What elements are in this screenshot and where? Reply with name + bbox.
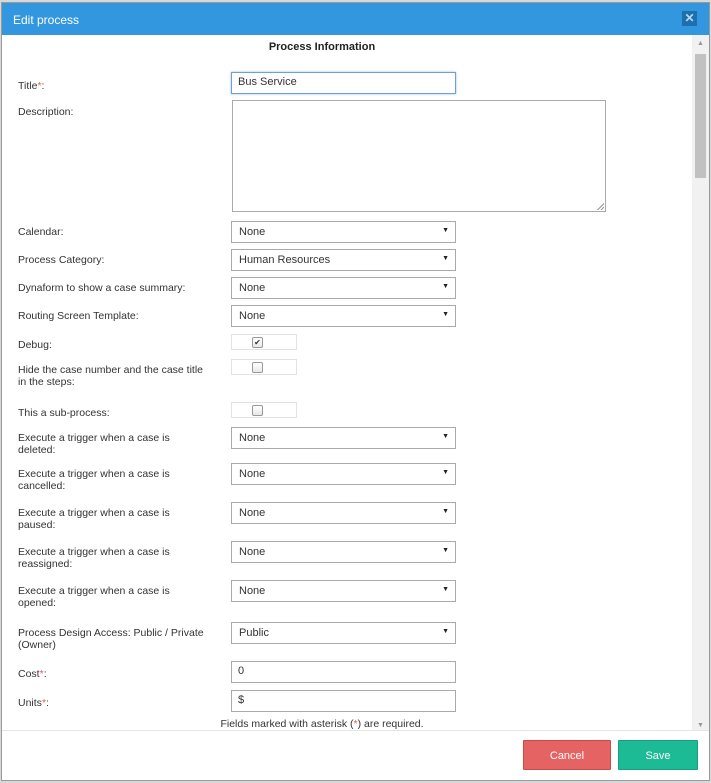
routing-template-label: Routing Screen Template: bbox=[18, 310, 139, 322]
dialog-content: Process Information Title*: Bus Service … bbox=[2, 35, 693, 733]
sub-process-checkbox-wrap bbox=[231, 402, 297, 418]
required-fields-note: Fields marked with asterisk (*) are requ… bbox=[2, 718, 642, 730]
design-access-label: Process Design Access: Public / Private … bbox=[18, 627, 204, 651]
routing-template-value: None bbox=[239, 310, 266, 322]
title-label: Title*: bbox=[18, 80, 218, 92]
trigger-deleted-select[interactable]: None ▼ bbox=[231, 427, 456, 449]
cancel-button[interactable]: Cancel bbox=[523, 740, 611, 770]
hide-case-number-checkbox-wrap bbox=[231, 359, 297, 375]
sub-process-checkbox[interactable] bbox=[252, 405, 263, 416]
dynaform-summary-label: Dynaform to show a case summary: bbox=[18, 282, 186, 294]
calendar-select[interactable]: None ▼ bbox=[231, 221, 456, 243]
label-suffix: : bbox=[46, 697, 49, 709]
trigger-cancelled-value: None bbox=[239, 468, 266, 480]
dialog-titlebar: Edit process ✕ bbox=[2, 3, 709, 35]
chevron-down-icon: ▼ bbox=[442, 628, 449, 635]
note-text: ) are required. bbox=[357, 718, 424, 730]
hide-case-number-label: Hide the case number and the case title … bbox=[18, 364, 204, 388]
chevron-down-icon: ▼ bbox=[442, 311, 449, 318]
units-label: Units*: bbox=[18, 697, 218, 709]
note-text: Fields marked with asterisk ( bbox=[220, 718, 354, 730]
chevron-down-icon: ▼ bbox=[442, 227, 449, 234]
label-suffix: : bbox=[41, 80, 45, 92]
description-textarea[interactable] bbox=[232, 100, 606, 212]
trigger-paused-label: Execute a trigger when a case is paused: bbox=[18, 507, 170, 531]
cost-input[interactable]: 0 bbox=[231, 661, 456, 683]
chevron-down-icon: ▼ bbox=[442, 547, 449, 554]
close-icon[interactable]: ✕ bbox=[682, 11, 697, 26]
description-label: Description: bbox=[18, 106, 74, 118]
cost-label-text: Cost bbox=[18, 668, 40, 680]
scroll-up-icon[interactable]: ▲ bbox=[692, 37, 709, 51]
debug-label: Debug: bbox=[18, 339, 52, 351]
trigger-cancelled-select[interactable]: None ▼ bbox=[231, 463, 456, 485]
trigger-reassigned-label: Execute a trigger when a case is reassig… bbox=[18, 546, 170, 570]
chevron-down-icon: ▼ bbox=[442, 586, 449, 593]
debug-checkbox[interactable]: ✔ bbox=[252, 337, 263, 348]
trigger-paused-select[interactable]: None ▼ bbox=[231, 502, 456, 524]
chevron-down-icon: ▼ bbox=[442, 508, 449, 515]
design-access-select[interactable]: Public ▼ bbox=[231, 622, 456, 644]
process-category-value: Human Resources bbox=[239, 254, 331, 266]
resize-handle[interactable] bbox=[597, 203, 604, 210]
process-category-label: Process Category: bbox=[18, 254, 105, 266]
trigger-opened-value: None bbox=[239, 585, 266, 597]
scrollbar-thumb[interactable] bbox=[695, 54, 706, 178]
chevron-down-icon: ▼ bbox=[442, 469, 449, 476]
trigger-opened-select[interactable]: None ▼ bbox=[231, 580, 456, 602]
vertical-scrollbar[interactable]: ▲ ▼ bbox=[692, 35, 709, 733]
dialog-footer: Cancel Save bbox=[2, 730, 709, 780]
trigger-reassigned-value: None bbox=[239, 546, 266, 558]
calendar-label: Calendar: bbox=[18, 226, 64, 238]
chevron-down-icon: ▼ bbox=[442, 433, 449, 440]
title-label-text: Title bbox=[18, 80, 38, 92]
chevron-down-icon: ▼ bbox=[442, 255, 449, 262]
hide-case-number-checkbox[interactable] bbox=[252, 362, 263, 373]
trigger-reassigned-select[interactable]: None ▼ bbox=[231, 541, 456, 563]
trigger-deleted-value: None bbox=[239, 432, 266, 444]
title-input[interactable]: Bus Service bbox=[231, 72, 456, 94]
chevron-down-icon: ▼ bbox=[442, 283, 449, 290]
sub-process-label: This a sub-process: bbox=[18, 407, 110, 419]
trigger-cancelled-label: Execute a trigger when a case is cancell… bbox=[18, 468, 170, 492]
edit-process-dialog: Edit process ✕ Process Information Title… bbox=[1, 2, 710, 781]
calendar-value: None bbox=[239, 226, 266, 238]
trigger-opened-label: Execute a trigger when a case is opened: bbox=[18, 585, 170, 609]
trigger-paused-value: None bbox=[239, 507, 266, 519]
debug-checkbox-wrap: ✔ bbox=[231, 334, 297, 350]
cost-label: Cost*: bbox=[18, 668, 218, 680]
dialog-title: Edit process bbox=[13, 13, 80, 27]
routing-template-select[interactable]: None ▼ bbox=[231, 305, 456, 327]
design-access-value: Public bbox=[239, 627, 269, 639]
trigger-deleted-label: Execute a trigger when a case is deleted… bbox=[18, 432, 170, 456]
units-label-text: Units bbox=[18, 697, 42, 709]
dynaform-summary-value: None bbox=[239, 282, 266, 294]
units-input[interactable]: $ bbox=[231, 690, 456, 712]
label-suffix: : bbox=[43, 668, 47, 680]
process-category-select[interactable]: Human Resources ▼ bbox=[231, 249, 456, 271]
dynaform-summary-select[interactable]: None ▼ bbox=[231, 277, 456, 299]
section-title: Process Information bbox=[268, 41, 376, 53]
save-button[interactable]: Save bbox=[618, 740, 698, 770]
